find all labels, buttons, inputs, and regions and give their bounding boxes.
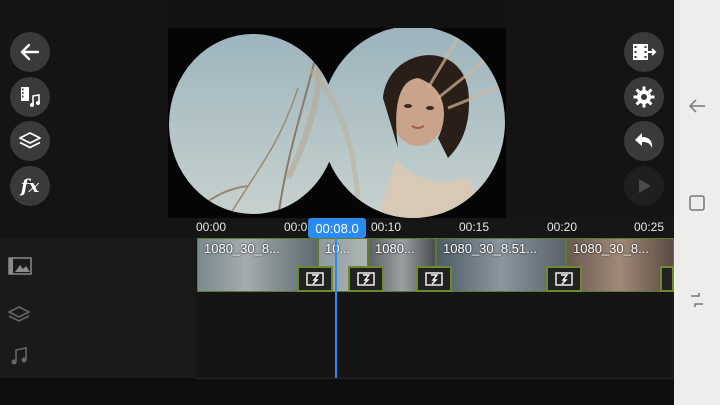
layers-button[interactable] bbox=[10, 121, 50, 161]
nav-home-icon[interactable] bbox=[688, 194, 706, 212]
back-button[interactable] bbox=[10, 32, 50, 72]
track-header-video[interactable] bbox=[0, 238, 196, 295]
android-nav-bar bbox=[674, 0, 720, 405]
transition-marker[interactable] bbox=[348, 266, 384, 292]
layers-track-icon bbox=[7, 306, 31, 322]
music-track-icon bbox=[11, 347, 27, 365]
export-button[interactable] bbox=[624, 32, 664, 72]
fx-icon: fx bbox=[20, 175, 40, 197]
ruler-spacer bbox=[0, 218, 196, 238]
video-preview[interactable] bbox=[168, 28, 506, 218]
nav-recents-icon[interactable] bbox=[687, 290, 707, 310]
undo-button[interactable] bbox=[624, 121, 664, 161]
left-toolbar: fx bbox=[0, 0, 168, 218]
settings-button[interactable] bbox=[624, 77, 664, 117]
right-toolbar bbox=[506, 0, 674, 218]
layer-track[interactable] bbox=[196, 294, 674, 337]
audio-track[interactable] bbox=[196, 336, 674, 379]
play-button[interactable] bbox=[624, 166, 664, 206]
transition-icon bbox=[357, 272, 375, 286]
track-header-audio[interactable] bbox=[0, 336, 196, 379]
video-clip[interactable]: 1080_30_8... bbox=[566, 238, 674, 292]
video-editor-screen: fx 00:00 00:05 00:10 00:15 00:20 00:25 1… bbox=[0, 0, 720, 405]
transition-icon bbox=[555, 272, 573, 286]
ruler-tick: 00:00 bbox=[196, 220, 227, 234]
current-time-badge[interactable]: 00:08.0 bbox=[308, 218, 366, 238]
media-music-icon bbox=[21, 87, 40, 107]
bottom-bar bbox=[0, 378, 674, 405]
export-film-icon bbox=[633, 44, 657, 60]
play-icon bbox=[639, 179, 651, 193]
clip-label: 1080_30_8... bbox=[573, 241, 649, 256]
ruler-tick: 00:10 bbox=[371, 220, 402, 234]
clip-label: 1080... bbox=[375, 241, 415, 256]
ruler-tick: 00:15 bbox=[459, 220, 490, 234]
playhead[interactable] bbox=[335, 232, 337, 378]
transition-icon bbox=[306, 272, 324, 286]
effects-button[interactable]: fx bbox=[10, 166, 50, 206]
nav-back-icon[interactable] bbox=[687, 96, 707, 116]
clip-label: 10... bbox=[325, 241, 351, 256]
time-ruler[interactable]: 00:00 00:05 00:10 00:15 00:20 00:25 bbox=[196, 218, 674, 238]
transition-marker[interactable] bbox=[660, 266, 674, 292]
transition-icon bbox=[425, 272, 443, 286]
preview-frame bbox=[168, 28, 506, 218]
transition-marker[interactable] bbox=[546, 266, 582, 292]
gear-icon bbox=[633, 86, 655, 108]
ruler-tick: 00:20 bbox=[547, 220, 578, 234]
clip-label: 1080_30_8... bbox=[204, 241, 280, 256]
undo-icon bbox=[635, 133, 653, 148]
layers-icon bbox=[19, 132, 41, 149]
track-header-layer[interactable] bbox=[0, 294, 196, 337]
image-track-icon bbox=[8, 257, 32, 275]
clip-label: 1080_30_8.51... bbox=[443, 241, 537, 256]
ruler-tick: 00:25 bbox=[634, 220, 665, 234]
transition-marker[interactable] bbox=[416, 266, 452, 292]
transition-marker[interactable] bbox=[297, 266, 333, 292]
back-arrow-icon bbox=[20, 43, 40, 61]
add-media-button[interactable] bbox=[10, 77, 50, 117]
